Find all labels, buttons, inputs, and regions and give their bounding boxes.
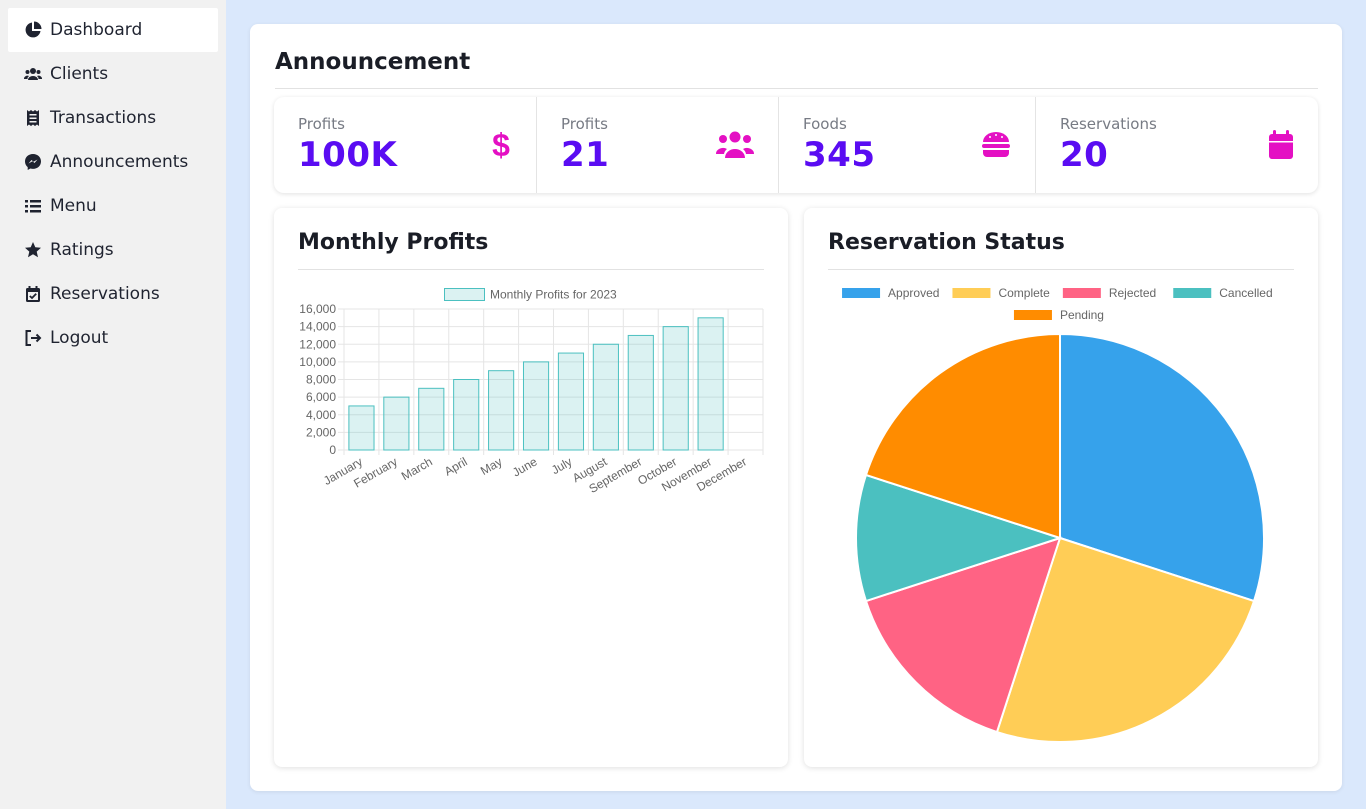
legend-swatch	[952, 288, 991, 298]
bar	[627, 334, 654, 451]
svg-text:$: $	[492, 128, 510, 162]
stat-value: 20	[1060, 135, 1109, 175]
legend-label: Pending	[1060, 308, 1104, 322]
stat-label: Profits	[561, 115, 608, 133]
legend-swatch	[1013, 310, 1052, 320]
bar	[383, 396, 410, 451]
bar	[522, 361, 550, 451]
y-tick-label: 0	[329, 443, 336, 457]
panel-title: Monthly Profits	[298, 230, 489, 255]
stat-card-foods: Foods 345	[778, 97, 1035, 193]
stat-label: Profits	[298, 115, 345, 133]
sidebar-item-label: Reservations	[50, 284, 160, 304]
bar	[453, 379, 480, 451]
legend-label: Rejected	[1109, 286, 1156, 300]
legend-swatch	[1173, 288, 1212, 298]
divider	[828, 269, 1294, 270]
bar	[348, 405, 375, 451]
sidebar-item-ratings[interactable]: Ratings	[8, 228, 218, 272]
sidebar-item-label: Ratings	[50, 240, 114, 260]
stat-card-reservations: Reservations 20	[1035, 97, 1318, 193]
dollar-icon: $	[484, 127, 518, 163]
page-title: Announcement	[275, 49, 471, 75]
sidebar-item-menu[interactable]: Menu	[8, 184, 218, 228]
legend-swatch	[444, 288, 485, 301]
bar	[418, 387, 445, 451]
sidebar-item-announcements[interactable]: Announcements	[8, 140, 218, 184]
stat-value: 345	[803, 135, 876, 175]
logout-icon	[24, 329, 42, 347]
burger-icon	[979, 128, 1013, 162]
stats-row: Profits 100K $ Profits 21 Foods 345 Rese…	[274, 97, 1318, 193]
bar	[488, 370, 515, 451]
stat-card-clients: Profits 21	[536, 97, 778, 193]
stat-value: 100K	[298, 135, 398, 175]
sidebar-item-label: Transactions	[50, 108, 157, 128]
sidebar-item-transactions[interactable]: Transactions	[8, 96, 218, 140]
y-tick-label: 2,000	[306, 425, 336, 439]
sidebar-item-reservations[interactable]: Reservations	[8, 272, 218, 316]
x-tick-label: June	[510, 454, 540, 479]
sidebar-item-clients[interactable]: Clients	[8, 52, 218, 96]
receipt-icon	[24, 109, 42, 127]
monthly-profits-chart: Monthly Profits for 2023 16,000 14,000 12,0…	[299, 288, 764, 496]
sidebar-item-label: Logout	[50, 328, 109, 348]
y-tick-label: 8,000	[306, 373, 336, 387]
y-tick-label: 4,000	[306, 408, 336, 422]
legend-label: Cancelled	[1219, 286, 1272, 300]
sidebar-item-label: Menu	[50, 196, 97, 216]
legend-swatch	[842, 288, 881, 298]
stat-card-profits: Profits 100K $	[274, 97, 536, 193]
sidebar-item-logout[interactable]: Logout	[8, 316, 218, 360]
panel-title: Reservation Status	[828, 230, 1065, 255]
divider	[298, 269, 764, 270]
reservation-status-chart: Approved Complete Rejected Cancelled Pending	[842, 286, 1273, 743]
y-tick-label: 12,000	[299, 337, 336, 351]
legend-label: Monthly Profits for 2023	[490, 288, 617, 302]
stat-label: Reservations	[1060, 115, 1157, 133]
stat-value: 21	[561, 135, 610, 175]
divider	[275, 88, 1318, 89]
pie-chart-icon	[24, 21, 42, 39]
bar	[662, 326, 689, 451]
legend-swatch	[1062, 288, 1101, 298]
sidebar-item-label: Announcements	[50, 152, 189, 172]
reservation-status-panel: Reservation Status Approved Complete Rejec…	[804, 208, 1318, 767]
legend-label: Approved	[888, 286, 939, 300]
x-tick-label: April	[442, 454, 470, 478]
stat-label: Foods	[803, 115, 847, 133]
x-tick-label: March	[399, 454, 435, 483]
calendar-check-icon	[24, 285, 42, 303]
monthly-profits-panel: Monthly Profits Monthly Profits for 2023…	[274, 208, 788, 767]
bar	[697, 317, 724, 451]
sidebar-item-label: Clients	[50, 64, 109, 84]
legend-label: Complete	[998, 286, 1050, 300]
calendar-icon	[1264, 128, 1298, 162]
users-icon	[24, 65, 42, 83]
y-tick-label: 16,000	[299, 302, 336, 316]
y-tick-label: 14,000	[299, 320, 336, 334]
users-icon	[715, 128, 755, 162]
sidebar-item-dashboard[interactable]: Dashboard	[8, 8, 218, 52]
bar	[557, 352, 585, 451]
y-tick-label: 10,000	[299, 355, 336, 369]
bar	[592, 343, 619, 451]
y-tick-label: 6,000	[306, 390, 336, 404]
list-icon	[24, 197, 42, 215]
star-icon	[24, 241, 42, 259]
sidebar: Dashboard Clients Transactions Announcem…	[0, 0, 226, 809]
x-tick-label: May	[478, 454, 505, 477]
messenger-icon	[24, 153, 42, 171]
sidebar-item-label: Dashboard	[50, 20, 143, 40]
